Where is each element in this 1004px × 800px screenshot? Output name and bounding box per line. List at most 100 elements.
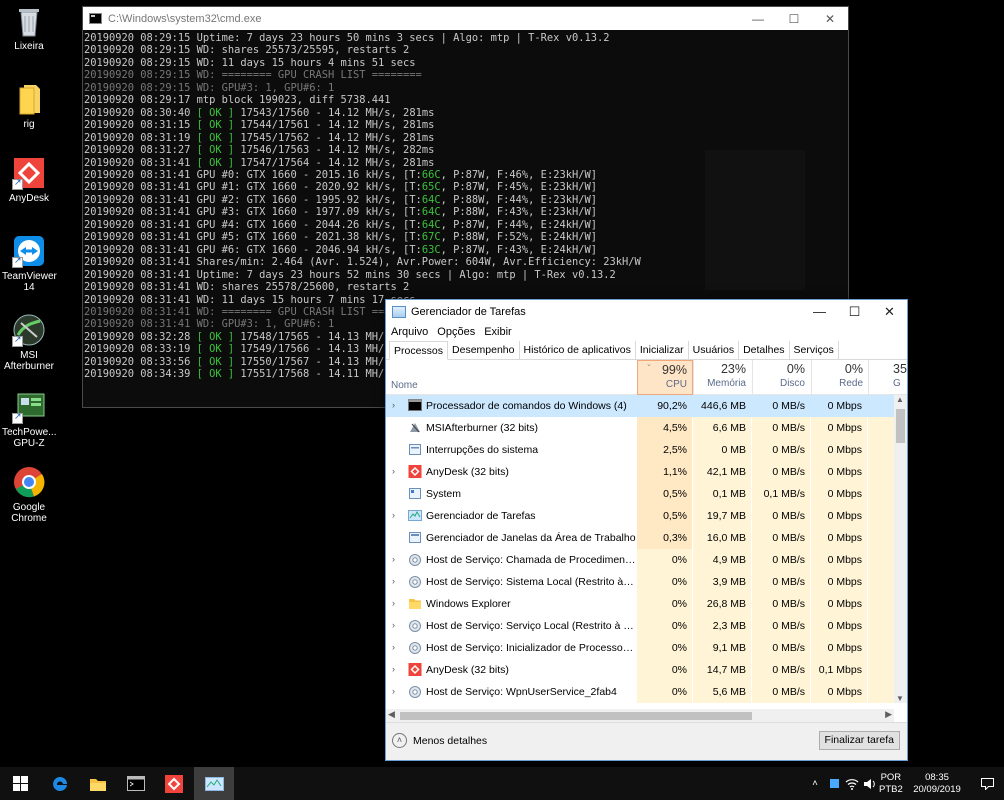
process-row[interactable]: › Host de Serviço: Serviço Local (Restrit…	[386, 615, 894, 637]
tab-inicializar[interactable]: Inicializar	[636, 341, 689, 359]
process-row[interactable]: › Host de Serviço: Inicializador de Proce…	[386, 637, 894, 659]
process-row[interactable]: Interrupções do sistema 2,5% 0 MB 0 MB/s 0 M…	[386, 439, 894, 461]
process-row[interactable]: › Host de Serviço: Sistema Local (Restrit…	[386, 571, 894, 593]
service-host-icon	[408, 619, 422, 632]
scroll-left-icon[interactable]: ◀	[388, 709, 395, 720]
expand-chevron-icon[interactable]: ›	[392, 620, 395, 630]
menu-arquivo[interactable]: Arquivo	[391, 326, 428, 338]
shortcut-arrow-icon	[12, 411, 23, 424]
memory-total: 23%	[720, 362, 746, 376]
taskbar-edge[interactable]	[40, 767, 80, 800]
expand-chevron-icon[interactable]: ›	[392, 400, 395, 410]
process-network: 0,1 Mbps	[811, 659, 867, 681]
minimize-button[interactable]: —	[740, 7, 776, 30]
shortcut-arrow-icon	[12, 334, 23, 347]
maximize-button[interactable]: ☐	[776, 7, 812, 30]
expand-chevron-icon[interactable]: ›	[392, 510, 395, 520]
process-list[interactable]: ▲ ▼ › Processador de comandos do Windows …	[386, 395, 907, 703]
cmd-titlebar[interactable]: C:\Windows\system32\cmd.exe — ☐ ✕	[83, 7, 848, 30]
expand-chevron-icon[interactable]: ›	[392, 686, 395, 696]
cmd-window-title: C:\Windows\system32\cmd.exe	[108, 12, 262, 25]
desktop-icon-teamviewer[interactable]: TeamViewer 14	[2, 234, 57, 293]
menu-opcoes[interactable]: Opções	[437, 326, 475, 338]
system-clock[interactable]: 08:35 20/09/2019	[907, 772, 967, 796]
taskbar-file-explorer[interactable]	[78, 767, 118, 800]
edge-icon	[53, 776, 67, 791]
column-header-gpu[interactable]: 35 G	[868, 360, 907, 395]
action-center-icon[interactable]	[972, 767, 1002, 800]
taskbar-cmd[interactable]	[116, 767, 156, 800]
process-gpu	[868, 549, 894, 571]
desktop-icon-msi-afterburner[interactable]: MSI Afterburner	[2, 313, 56, 372]
process-row[interactable]: Gerenciador de Janelas da Área de Trabal…	[386, 527, 894, 549]
column-header-cpu[interactable]: ⌄ 99% CPU	[637, 360, 693, 395]
tab-detalhes[interactable]: Detalhes	[739, 341, 790, 359]
process-row[interactable]: › Processador de comandos do Windows (4) 9…	[386, 395, 894, 417]
column-header-disk[interactable]: 0% Disco	[752, 360, 810, 395]
desktop-icon-anydesk[interactable]: AnyDesk	[2, 156, 56, 204]
process-row[interactable]: System 0,5% 0,1 MB 0,1 MB/s 0 Mbps	[386, 483, 894, 505]
expand-chevron-icon[interactable]: ›	[392, 554, 395, 564]
task-manager-titlebar[interactable]: Gerenciador de Tarefas — ☐ ✕	[386, 300, 907, 323]
process-gpu	[868, 571, 894, 593]
process-row[interactable]: › AnyDesk (32 bits) 0% 14,7 MB 0 MB/s 0,1 Mbp…	[386, 659, 894, 681]
tray-chevron-up-icon[interactable]: ˄	[805, 767, 825, 800]
process-row[interactable]: MSIAfterburner (32 bits) 4,5% 6,6 MB 0 MB/s…	[386, 417, 894, 439]
taskbar-task-manager[interactable]	[194, 767, 234, 800]
minimize-button[interactable]: —	[802, 300, 837, 323]
volume-icon[interactable]	[861, 767, 879, 800]
process-network: 0 Mbps	[811, 439, 867, 461]
tray-notification-square-icon[interactable]	[826, 767, 842, 800]
process-memory: 6,6 MB	[693, 417, 751, 439]
end-task-button[interactable]: Finalizar tarefa	[818, 731, 900, 750]
process-row[interactable]: › Windows Explorer 0% 26,8 MB 0 MB/s 0 Mbps	[386, 593, 894, 615]
maximize-button[interactable]: ☐	[837, 300, 872, 323]
menu-exibir[interactable]: Exibir	[484, 326, 512, 338]
process-disk: 0 MB/s	[752, 571, 810, 593]
task-manager-window[interactable]: Gerenciador de Tarefas — ☐ ✕ Arquivo Opç…	[385, 299, 908, 761]
tab-servicos[interactable]: Serviços	[790, 341, 839, 359]
input-language-indicator[interactable]: POR PTB2	[879, 772, 903, 796]
scroll-down-icon[interactable]: ▼	[896, 694, 904, 703]
tab-desempenho[interactable]: Desempenho	[448, 341, 520, 359]
service-host-icon	[408, 575, 422, 588]
desktop-icon-recycle-bin[interactable]: Lixeira	[2, 4, 56, 52]
less-details-button[interactable]: ˄ Menos detalhes	[392, 733, 487, 748]
expand-chevron-icon[interactable]: ›	[392, 576, 395, 586]
process-disk: 0 MB/s	[752, 615, 810, 637]
tab-historico[interactable]: Histórico de aplicativos	[520, 341, 636, 359]
process-row[interactable]: › Host de Serviço: Chamada de Procediment…	[386, 549, 894, 571]
process-gpu	[868, 681, 894, 703]
column-header-network[interactable]: 0% Rede	[811, 360, 868, 395]
desktop-icon-label: TeamViewer 14	[2, 271, 57, 293]
scroll-up-icon[interactable]: ▲	[896, 395, 904, 404]
process-disk: 0 MB/s	[752, 439, 810, 461]
close-button[interactable]: ✕	[872, 300, 907, 323]
start-button[interactable]	[0, 767, 40, 800]
tab-processos[interactable]: Processos	[389, 341, 449, 360]
desktop-icon-chrome[interactable]: Google Chrome	[2, 465, 56, 524]
scroll-right-icon[interactable]: ▶	[885, 709, 892, 720]
process-row[interactable]: › Gerenciador de Tarefas 0,5% 19,7 MB 0 MB/s…	[386, 505, 894, 527]
process-row[interactable]: › Host de Serviço: WpnUserService_2fab4 0%…	[386, 681, 894, 703]
desktop-icon-gpu-z[interactable]: TechPowe... GPU-Z	[2, 390, 56, 449]
desktop-icon-rig[interactable]: rig	[2, 82, 56, 130]
tab-usuarios[interactable]: Usuários	[689, 341, 740, 359]
process-row[interactable]: › AnyDesk (32 bits) 1,1% 42,1 MB 0 MB/s 0 Mbp…	[386, 461, 894, 483]
vertical-scrollbar[interactable]: ▲ ▼	[894, 395, 907, 703]
column-header-name[interactable]: Nome	[391, 380, 418, 391]
scroll-thumb[interactable]	[896, 409, 905, 443]
expand-chevron-icon[interactable]: ›	[392, 598, 395, 608]
scroll-thumb[interactable]	[400, 712, 752, 720]
horizontal-scrollbar[interactable]: ◀ ▶	[386, 709, 894, 722]
expand-chevron-icon[interactable]: ›	[392, 642, 395, 652]
process-gpu	[868, 637, 894, 659]
expand-chevron-icon[interactable]: ›	[392, 466, 395, 476]
network-icon[interactable]	[843, 767, 861, 800]
expand-chevron-icon[interactable]: ›	[392, 664, 395, 674]
sort-down-icon: ⌄	[646, 361, 652, 368]
close-button[interactable]: ✕	[812, 7, 848, 30]
console-shadow	[705, 150, 805, 290]
column-header-memory[interactable]: 23% Memória	[693, 360, 751, 395]
taskbar-anydesk[interactable]	[154, 767, 194, 800]
